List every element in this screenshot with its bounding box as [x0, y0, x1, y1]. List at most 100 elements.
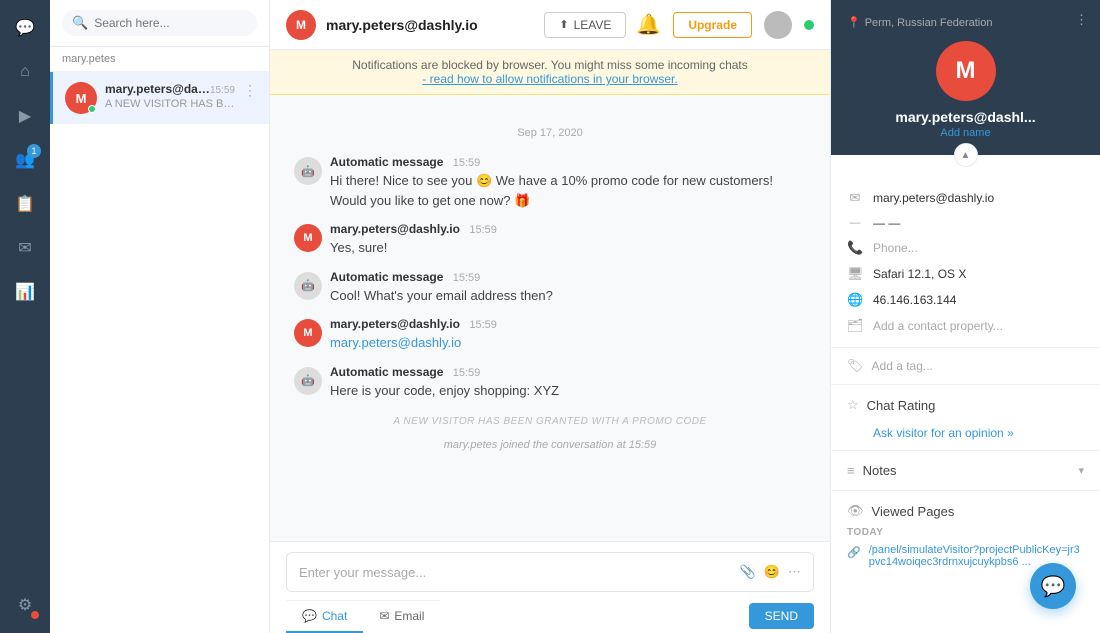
notes-title: Notes [863, 463, 1071, 478]
upgrade-button[interactable]: Upgrade [673, 12, 752, 38]
sidebar-icon-home[interactable]: ⌂ [7, 54, 43, 90]
add-tag-input[interactable]: Add a tag... [872, 359, 933, 373]
user-msg-avatar: M [294, 319, 322, 347]
report-icon: 📋 [15, 194, 35, 214]
message-time: 15:59 [453, 367, 481, 379]
message-input-box[interactable]: Enter your message... 📎 😊 ⋯ [286, 552, 814, 592]
bot-avatar: 🤖 [294, 367, 322, 395]
chat-header-avatar: M [286, 10, 316, 40]
email-row: ✉ mary.peters@dashly.io [847, 185, 1084, 211]
notes-icon: ≡ [847, 463, 855, 478]
chat-rating-title: Chat Rating [867, 398, 1084, 413]
notification-bell-icon[interactable]: 🔔 [636, 12, 661, 37]
ip-value: 46.146.163.144 [873, 293, 956, 307]
page-link-icon: 🔗 [847, 546, 861, 559]
floating-chat-button[interactable]: 💬 [1030, 563, 1076, 609]
settings-icon: ⚙ [18, 595, 32, 615]
chevron-down-icon: ▾ [1078, 464, 1084, 477]
monitor-icon: 🖥 [847, 266, 863, 282]
sidebar-icon-email[interactable]: ✉ [7, 230, 43, 266]
input-tabs: 💬 Chat ✉ Email [286, 600, 440, 633]
notes-header[interactable]: ≡ Notes ▾ [831, 451, 1100, 490]
plus-property-icon: 🗂 [847, 318, 863, 334]
ask-opinion-link[interactable]: Ask visitor for an opinion » [873, 426, 1014, 440]
right-panel: 📍 Perm, Russian Federation ⋮ M mary.pete… [830, 0, 1100, 633]
send-button[interactable]: SEND [749, 603, 814, 629]
conv-avatar: M [65, 82, 97, 114]
viewed-pages-title: Viewed Pages [872, 504, 955, 519]
conversation-item[interactable]: M mary.peters@dashly.io 15:59 A NEW VISI… [50, 72, 269, 124]
user-msg-avatar: M [294, 224, 322, 252]
message-content: Automatic message 15:59 Cool! What's you… [330, 270, 806, 306]
conv-filter-label: mary.petes [50, 47, 269, 72]
hero-more-icon[interactable]: ⋮ [1075, 12, 1088, 28]
tab-email[interactable]: ✉ Email [363, 601, 440, 633]
chat-tab-icon: 💬 [302, 609, 317, 623]
chat-rating-header[interactable]: ☆ Chat Rating [831, 385, 1100, 425]
input-icons: 📎 😊 ⋯ [740, 564, 801, 580]
emoji-icon[interactable]: 😊 [764, 564, 780, 580]
play-icon: ▶ [19, 106, 31, 126]
sidebar-icon-stats[interactable]: 📊 [7, 274, 43, 310]
attachment-icon[interactable]: 📎 [740, 564, 756, 580]
sidebar-icon-chat[interactable]: 💬 [7, 10, 43, 46]
pages-icon: 👁 [847, 503, 864, 519]
top-nav-icons: 🔔 Upgrade [636, 11, 814, 39]
message-sender: mary.peters@dashly.io 15:59 [330, 317, 806, 331]
message-row: 🤖 Automatic message 15:59 Hi there! Nice… [294, 155, 806, 210]
message-content: Automatic message 15:59 Here is your cod… [330, 365, 806, 401]
notification-link[interactable]: - read how to allow notifications in you… [422, 72, 677, 86]
conv-list-header: 🔍 [50, 0, 269, 47]
conv-time: 15:59 [210, 85, 235, 96]
notification-banner: Notifications are blocked by browser. Yo… [270, 50, 830, 95]
sidebar-icon-team[interactable]: 👥 1 [7, 142, 43, 178]
viewed-pages-header: 👁 Viewed Pages [847, 503, 1084, 519]
sidebar-icon-settings[interactable]: ⚙ [7, 587, 43, 623]
input-area: Enter your message... 📎 😊 ⋯ 💬 Chat ✉ Ema… [270, 541, 830, 633]
chevron-up-icon: ▲ [961, 150, 971, 161]
browser-row: 🖥 Safari 12.1, OS X [847, 261, 1084, 287]
phone-input[interactable]: Phone... [873, 241, 918, 255]
user-avatar[interactable] [764, 11, 792, 39]
contact-info-section: ✉ mary.peters@dashly.io — — — 📞 Phone...… [831, 169, 1100, 348]
leave-button[interactable]: ⬆ LEAVE [544, 12, 626, 38]
leave-icon: ⬆ [559, 18, 568, 31]
tab-chat[interactable]: 💬 Chat [286, 601, 363, 633]
messages-area: Sep 17, 2020 🤖 Automatic message 15:59 H… [270, 95, 830, 541]
sidebar-icon-reports[interactable]: 📋 [7, 186, 43, 222]
conv-options-icon[interactable]: ⋮ [243, 82, 257, 99]
hero-name: mary.peters@dashl... [895, 109, 1035, 125]
chart-icon: 📊 [15, 282, 35, 302]
input-placeholder: Enter your message... [299, 565, 426, 580]
email-tab-icon: ✉ [379, 609, 389, 623]
hero-avatar: M [936, 41, 996, 101]
conv-preview: A NEW VISITOR HAS BEEN GRA... [105, 98, 235, 110]
sidebar-icon-play[interactable]: ▶ [7, 98, 43, 134]
conv-name: mary.peters@dashly.io [105, 82, 210, 96]
search-box[interactable]: 🔍 [62, 10, 257, 36]
add-property-link[interactable]: Add a contact property... [873, 319, 1003, 333]
email-field-icon: ✉ [847, 190, 863, 206]
send-options-icon[interactable]: ⋯ [788, 564, 801, 580]
search-input[interactable] [94, 16, 247, 30]
phone-icon: — [847, 217, 863, 229]
chat-header: M mary.peters@dashly.io ⬆ LEAVE 🔔 Upgrad… [270, 0, 830, 50]
settings-notification-dot [31, 611, 39, 619]
chat-rating-section: ☆ Chat Rating Ask visitor for an opinion… [831, 385, 1100, 451]
message-time: 15:59 [453, 272, 481, 284]
online-indicator [88, 105, 96, 113]
expand-button[interactable]: ▲ [954, 143, 978, 167]
input-tabs-row: 💬 Chat ✉ Email SEND [286, 592, 814, 633]
message-text: Yes, sure! [330, 238, 806, 258]
today-label: TODAY [847, 527, 1084, 538]
email-link[interactable]: mary.peters@dashly.io [330, 335, 461, 350]
add-name-link[interactable]: Add name [940, 127, 990, 139]
message-sender: Automatic message 15:59 [330, 365, 806, 379]
phone-row: 📞 Phone... [847, 235, 1084, 261]
home-icon: ⌂ [20, 63, 30, 81]
date-divider: Sep 17, 2020 [294, 127, 806, 139]
message-sender: mary.peters@dashly.io 15:59 [330, 222, 806, 236]
star-icon: ☆ [847, 397, 859, 413]
bot-avatar: 🤖 [294, 272, 322, 300]
hero-section: 📍 Perm, Russian Federation ⋮ M mary.pete… [831, 0, 1100, 155]
